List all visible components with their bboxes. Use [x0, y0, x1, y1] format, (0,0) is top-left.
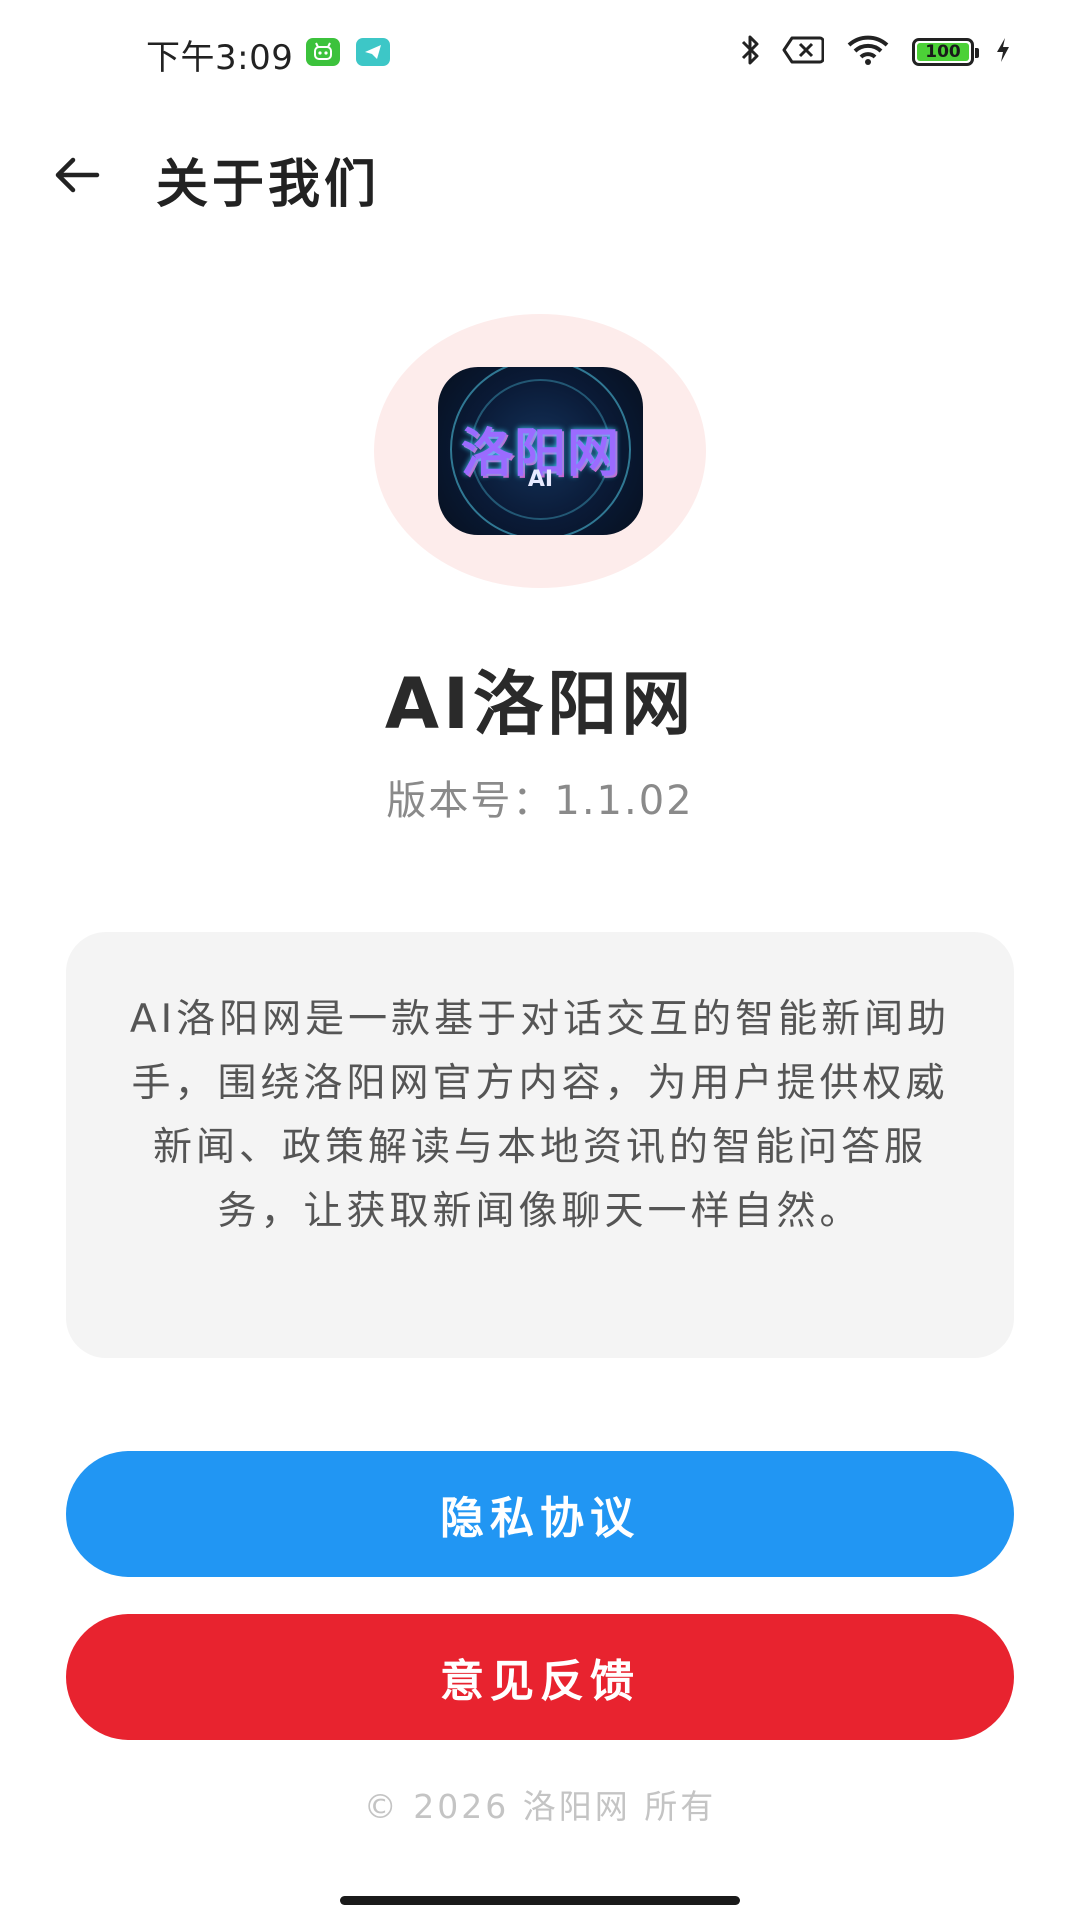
- page-title: 关于我们: [156, 155, 381, 215]
- feedback-button[interactable]: 意见反馈: [66, 1614, 1014, 1740]
- status-icons: 100: [740, 34, 1010, 70]
- battery-icon: 100: [912, 38, 979, 66]
- logo-subtext: AI: [527, 467, 554, 492]
- feedback-label: 意见反馈: [440, 1656, 640, 1707]
- app-logo: 洛阳网 AI: [438, 367, 643, 535]
- bluetooth-icon: [740, 33, 760, 71]
- copyright-text: © 2026 洛阳网 所有: [363, 1787, 717, 1826]
- wifi-icon: [846, 34, 890, 70]
- privacy-policy-label: 隐私协议: [440, 1493, 640, 1544]
- charging-icon: [996, 37, 1010, 67]
- home-indicator[interactable]: [340, 1896, 740, 1905]
- green-app-notification-icon: [306, 38, 340, 66]
- app-description: AI洛阳网是一款基于对话交互的智能新闻助手，围绕洛阳网官方内容，为用户提供权威新…: [129, 997, 951, 1234]
- top-app-bar: 关于我们: [0, 104, 1080, 244]
- back-button[interactable]: [44, 142, 110, 208]
- battery-level: 100: [917, 43, 969, 61]
- status-time: 下午3:09: [146, 38, 294, 78]
- app-version: 版本号：1.1.02: [386, 778, 694, 824]
- app-name: AI洛阳网: [384, 663, 696, 745]
- privacy-policy-button[interactable]: 隐私协议: [66, 1451, 1014, 1577]
- no-sim-icon: [782, 36, 825, 68]
- status-bar: 下午3:09 100: [0, 0, 1080, 104]
- telegram-notification-icon: [356, 38, 390, 66]
- description-card: AI洛阳网是一款基于对话交互的智能新闻助手，围绕洛阳网官方内容，为用户提供权威新…: [66, 932, 1014, 1358]
- arrow-left-icon: [55, 157, 100, 193]
